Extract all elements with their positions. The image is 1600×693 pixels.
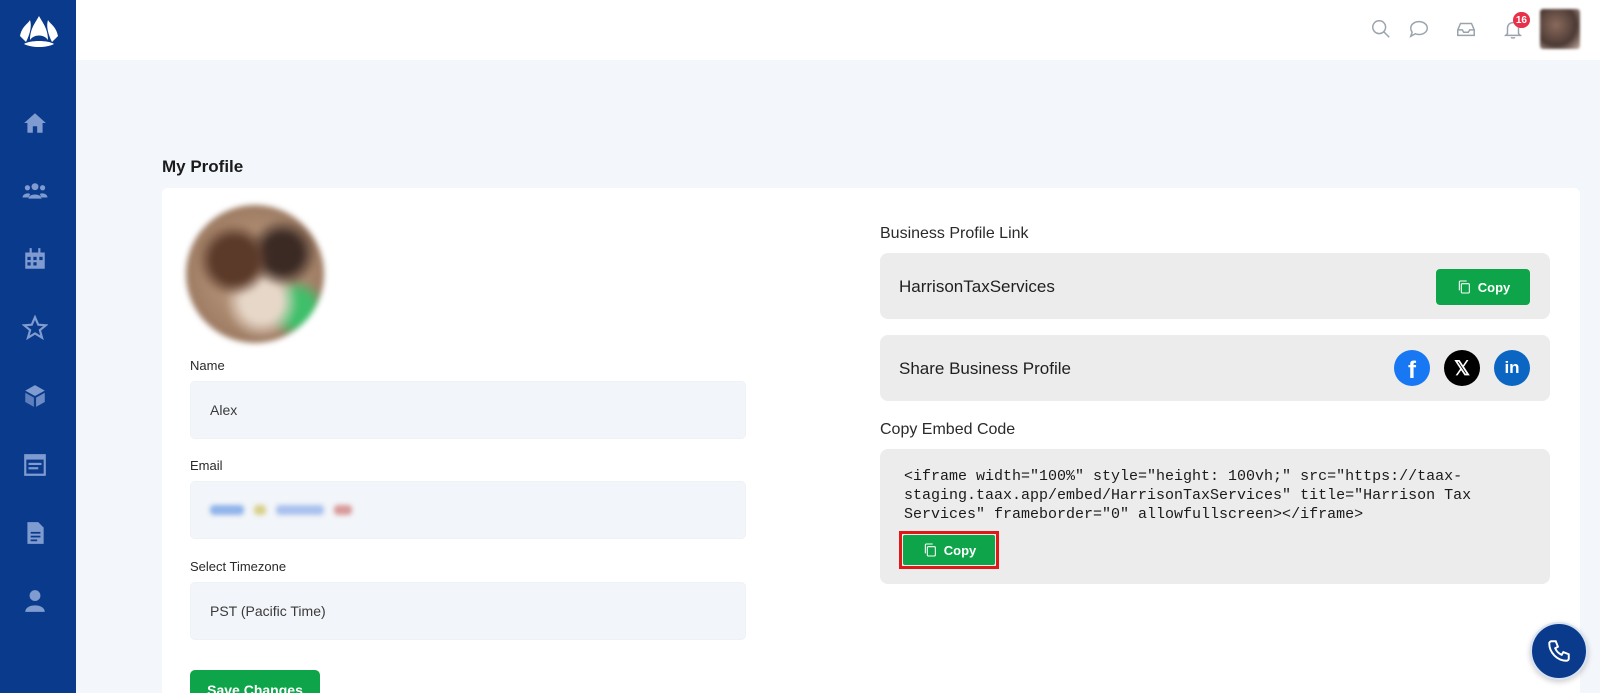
copy-icon — [1458, 280, 1470, 294]
email-field[interactable] — [190, 481, 746, 539]
sidebar-item-services[interactable] — [20, 381, 50, 411]
x-share-button[interactable]: 𝕏 — [1444, 350, 1480, 386]
linkedin-share-button[interactable]: in — [1494, 350, 1530, 386]
name-field[interactable]: Alex — [190, 381, 746, 439]
phone-icon — [1548, 640, 1570, 662]
page-title: My Profile — [162, 157, 244, 176]
star-icon — [22, 315, 48, 341]
timezone-value: PST (Pacific Time) — [210, 603, 326, 619]
top-bar: 16 — [76, 0, 1600, 60]
sidebar — [0, 0, 76, 693]
name-label: Name — [190, 358, 225, 373]
document-icon — [27, 522, 44, 544]
embed-code-box: <iframe width="100%" style="height: 100v… — [880, 449, 1550, 584]
copy-embed-button[interactable]: Copy — [903, 535, 995, 565]
copy-link-button[interactable]: Copy — [1436, 269, 1530, 305]
search-button[interactable] — [1368, 16, 1394, 42]
calendar-icon — [25, 248, 45, 269]
notifications-button[interactable]: 16 — [1500, 12, 1530, 42]
share-profile-box: Share Business Profile f 𝕏 in — [880, 335, 1550, 401]
home-icon — [24, 113, 46, 133]
box-icon — [25, 385, 45, 407]
chat-icon — [1409, 20, 1428, 38]
business-link-label: Business Profile Link — [880, 225, 1029, 242]
copy-link-label: Copy — [1477, 279, 1511, 295]
share-profile-label: Share Business Profile — [899, 359, 1071, 378]
copy-embed-label: Copy — [943, 542, 977, 558]
profile-icon — [25, 590, 45, 612]
timezone-label: Select Timezone — [190, 559, 287, 574]
linkedin-icon: in — [1504, 358, 1520, 377]
sidebar-item-reviews[interactable] — [20, 313, 50, 343]
email-value-redacted — [210, 505, 352, 515]
users-icon — [22, 183, 48, 199]
business-link-box: HarrisonTaxServices Copy — [880, 253, 1550, 319]
sidebar-item-profile[interactable] — [20, 586, 50, 616]
sidebar-item-calendar[interactable] — [20, 244, 50, 274]
inbox-button[interactable] — [1453, 16, 1479, 42]
sidebar-item-home[interactable] — [20, 108, 50, 138]
schedule-icon — [24, 454, 46, 476]
name-value: Alex — [210, 402, 238, 418]
user-avatar[interactable] — [1540, 9, 1580, 49]
email-label: Email — [190, 458, 223, 473]
timezone-select[interactable]: PST (Pacific Time) — [190, 582, 746, 640]
business-link-value: HarrisonTaxServices — [899, 277, 1055, 296]
sidebar-item-documents[interactable] — [20, 518, 50, 548]
embed-copy-highlight: Copy — [899, 531, 999, 569]
inbox-icon — [1457, 22, 1475, 37]
embed-code-text[interactable]: <iframe width="100%" style="height: 100v… — [904, 467, 1524, 524]
call-button[interactable] — [1530, 622, 1588, 680]
sidebar-item-schedule[interactable] — [20, 450, 50, 480]
x-icon: 𝕏 — [1453, 357, 1471, 380]
app-logo[interactable] — [16, 14, 62, 54]
notification-badge: 16 — [1512, 12, 1530, 28]
copy-icon — [924, 543, 936, 557]
embed-code-label: Copy Embed Code — [880, 421, 1016, 438]
facebook-icon: f — [1408, 357, 1416, 384]
chat-button[interactable] — [1406, 16, 1432, 42]
save-changes-button[interactable]: Save Changes — [190, 670, 320, 693]
search-icon — [1372, 20, 1390, 38]
sidebar-item-clients[interactable] — [20, 176, 50, 206]
profile-photo[interactable] — [186, 205, 324, 343]
facebook-share-button[interactable]: f — [1394, 350, 1430, 386]
